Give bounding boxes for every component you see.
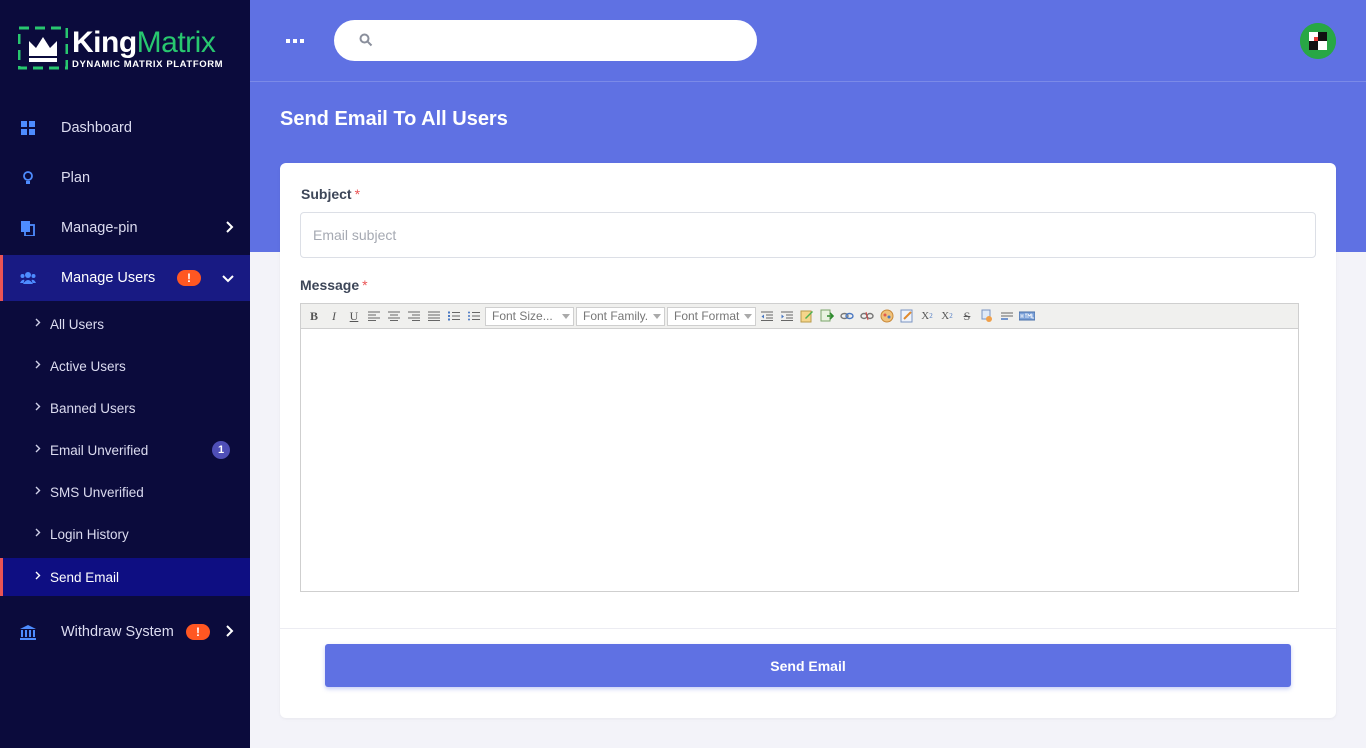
font-size-select[interactable]: Font Size... — [485, 306, 574, 326]
chevron-right-icon — [35, 528, 41, 540]
submenu-item-label: Email Unverified — [50, 442, 149, 458]
count-badge: 1 — [212, 441, 230, 459]
unlink-icon[interactable] — [857, 306, 877, 326]
submenu-item-label: All Users — [50, 316, 105, 332]
font-format-select[interactable]: Font Format — [667, 306, 756, 326]
message-editor-area[interactable] — [301, 330, 1298, 591]
submenu-item-label: Send Email — [50, 569, 120, 585]
submenu-item-email-unverified[interactable]: Email Unverified 1 — [0, 431, 250, 469]
chevron-right-icon — [35, 360, 41, 372]
chevron-right-icon — [35, 402, 41, 414]
sidebar-item-label: Plan — [61, 170, 91, 186]
strikethrough-icon[interactable]: S — [957, 306, 977, 326]
insert-icon[interactable] — [817, 306, 837, 326]
sidebar-item-plan[interactable]: Plan — [0, 155, 250, 201]
rich-text-editor: B I U Font Size... Font Family. Font For… — [300, 303, 1299, 592]
page-title: Send Email To All Users — [280, 108, 508, 130]
sidebar-item-manage-users[interactable]: Manage Users ! — [0, 255, 250, 301]
brand-tagline: DYNAMIC MATRIX PLATFORM — [72, 59, 224, 70]
indent-icon[interactable] — [777, 306, 797, 326]
sidebar-item-manage-pin[interactable]: Manage-pin — [0, 205, 250, 251]
submenu-item-label: SMS Unverified — [50, 484, 144, 500]
image-icon[interactable] — [877, 306, 897, 326]
underline-icon[interactable]: U — [344, 306, 364, 326]
chevron-right-icon — [35, 444, 41, 456]
submenu-item-sms-unverified[interactable]: SMS Unverified — [0, 473, 250, 511]
submenu-item-all-users[interactable]: All Users — [0, 305, 250, 343]
link-icon[interactable] — [837, 306, 857, 326]
sidebar-item-label: Withdraw System — [61, 624, 174, 640]
chevron-right-icon — [226, 220, 234, 236]
bank-icon — [20, 624, 36, 640]
warning-badge: ! — [177, 270, 201, 286]
crown-logo-icon — [18, 26, 68, 70]
submenu-item-label: Login History — [50, 526, 129, 542]
remove-format-icon[interactable] — [977, 306, 997, 326]
sidebar: KingMatrix DYNAMIC MATRIX PLATFORM Dashb… — [0, 0, 250, 748]
users-icon — [20, 270, 36, 286]
menu-toggle-icon[interactable] — [286, 31, 306, 51]
chevron-right-icon — [35, 571, 41, 583]
sidebar-item-label: Manage-pin — [61, 220, 138, 236]
submenu-item-send-email[interactable]: Send Email — [0, 558, 250, 596]
chevron-down-icon — [653, 313, 661, 319]
warning-badge: ! — [186, 624, 210, 640]
chevron-right-icon — [35, 486, 41, 498]
submenu-item-active-users[interactable]: Active Users — [0, 347, 250, 385]
send-email-button[interactable]: Send Email — [325, 644, 1291, 687]
lightbulb-icon — [20, 170, 36, 186]
italic-icon[interactable]: I — [324, 306, 344, 326]
search-icon — [359, 33, 373, 47]
brand-logo[interactable]: KingMatrix DYNAMIC MATRIX PLATFORM — [18, 26, 238, 72]
unordered-list-icon[interactable] — [464, 306, 484, 326]
sidebar-item-label: Manage Users — [61, 270, 156, 286]
editor-toolbar: B I U Font Size... Font Family. Font For… — [301, 304, 1298, 329]
html-source-icon[interactable] — [1017, 306, 1037, 326]
align-right-icon[interactable] — [404, 306, 424, 326]
chevron-right-icon — [226, 624, 234, 640]
sidebar-item-dashboard[interactable]: Dashboard — [0, 105, 250, 151]
submenu-item-login-history[interactable]: Login History — [0, 515, 250, 553]
sidebar-item-withdraw-system[interactable]: Withdraw System ! — [0, 609, 250, 655]
edit-icon[interactable] — [797, 306, 817, 326]
submenu-item-label: Banned Users — [50, 400, 136, 416]
sidebar-item-label: Dashboard — [61, 120, 132, 136]
subscript-icon[interactable]: X2 — [917, 306, 937, 326]
align-center-icon[interactable] — [384, 306, 404, 326]
avatar[interactable] — [1300, 23, 1336, 59]
align-justify-icon[interactable] — [424, 306, 444, 326]
subject-input[interactable] — [300, 212, 1316, 258]
dashboard-grid-icon — [20, 120, 36, 136]
copy-icon — [20, 220, 36, 236]
submenu-item-banned-users[interactable]: Banned Users — [0, 389, 250, 427]
card-footer-divider — [280, 628, 1336, 629]
message-label: Message * — [300, 277, 368, 293]
horizontal-rule-icon[interactable] — [997, 306, 1017, 326]
chevron-down-icon — [562, 313, 570, 319]
search-input[interactable] — [384, 22, 744, 59]
source-edit-icon[interactable] — [897, 306, 917, 326]
submenu-item-label: Active Users — [50, 358, 126, 374]
brand-name: KingMatrix — [72, 26, 216, 59]
chevron-down-icon — [222, 271, 234, 286]
align-left-icon[interactable] — [364, 306, 384, 326]
chevron-down-icon — [744, 313, 752, 319]
subject-label: Subject * — [301, 186, 361, 202]
superscript-icon[interactable]: X2 — [937, 306, 957, 326]
font-family-select[interactable]: Font Family. — [576, 306, 665, 326]
ordered-list-icon[interactable] — [444, 306, 464, 326]
bold-icon[interactable]: B — [304, 306, 324, 326]
outdent-icon[interactable] — [757, 306, 777, 326]
chevron-right-icon — [35, 318, 41, 330]
header-divider — [250, 81, 1366, 82]
